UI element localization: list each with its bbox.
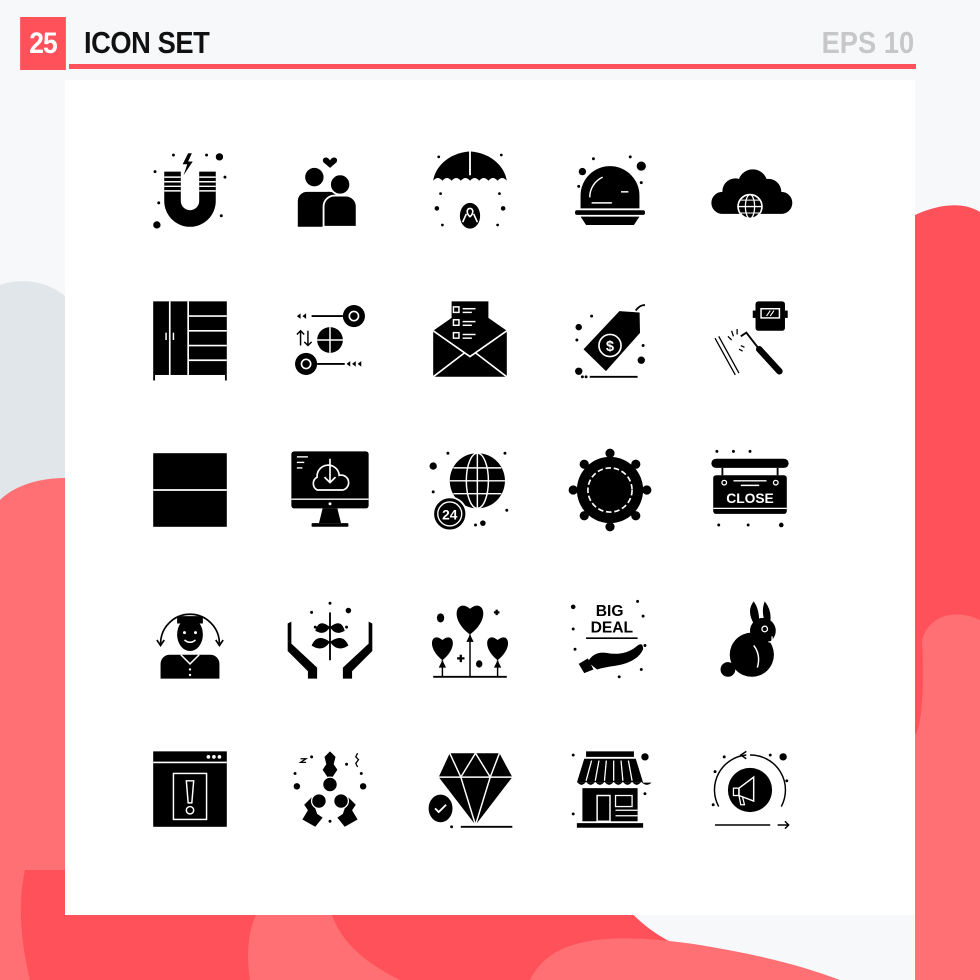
dollar-price-tag-icon: $: [575, 304, 645, 379]
icon-cell[interactable]: [275, 285, 385, 395]
header-underline: [69, 64, 916, 69]
light-blob-right: [915, 614, 980, 980]
magnet-icon: [153, 153, 227, 229]
icon-cell[interactable]: [555, 435, 665, 545]
icon-cell[interactable]: [555, 735, 665, 845]
computer-cloud-download-icon: [291, 451, 369, 527]
heart-balloons-icon: [431, 605, 509, 678]
icon-cell[interactable]: [135, 285, 245, 395]
icon-count-badge: 25: [20, 17, 66, 70]
umbrella-ribbon-icon: [433, 147, 507, 229]
icon-cell[interactable]: 24: [415, 435, 525, 545]
icon-cell[interactable]: [275, 585, 385, 695]
user-rotate-icon: [156, 613, 224, 679]
icon-cell[interactable]: [135, 585, 245, 695]
close-sign-icon: CLOSE: [711, 449, 789, 528]
ship-wheel-icon: [568, 448, 652, 532]
big-deal-text: BIG DEAL: [591, 603, 634, 637]
dollar-sign: $: [606, 339, 614, 355]
big-deal-hand-icon: BIG DEAL: [570, 599, 647, 679]
icon-cell[interactable]: [135, 435, 245, 545]
puzzle-keys-icon: [295, 305, 365, 375]
icon-cell[interactable]: [415, 285, 525, 395]
icon-cell[interactable]: [415, 135, 525, 245]
wardrobe-icon: [153, 301, 227, 381]
header: 25 ICON SET EPS 10: [17, 17, 916, 70]
cloud-globe-icon: [711, 169, 793, 220]
hands-plant-icon: [287, 601, 373, 679]
icon-cell[interactable]: [275, 735, 385, 845]
welding-icon: [714, 301, 788, 376]
icon-cell[interactable]: [135, 135, 245, 245]
couple-love-icon: [297, 157, 358, 228]
shop-store-icon: [571, 751, 653, 828]
icon-cell[interactable]: [695, 735, 805, 845]
food-cloche-icon: [575, 155, 646, 225]
icon-cell[interactable]: [415, 585, 525, 695]
page-title: ICON SET: [84, 25, 210, 60]
icon-cell[interactable]: [695, 285, 805, 395]
icon-cell[interactable]: [695, 585, 805, 695]
easter-bunny-icon: [720, 601, 776, 677]
icon-cell[interactable]: BIG DEAL: [555, 585, 665, 695]
format-label: EPS 10: [821, 25, 914, 60]
browser-warning-icon: [153, 751, 227, 827]
icon-cell[interactable]: $: [555, 285, 665, 395]
icon-card: $ 24 CLOSE BIG DEAL: [65, 80, 915, 915]
diamond-check-icon: [426, 751, 513, 829]
envelope-checklist-icon: [432, 301, 508, 378]
holly-berries-icon: [293, 751, 367, 827]
megaphone-cycle-icon: [711, 750, 790, 830]
big-word: BIG: [596, 603, 624, 620]
globe-24-hours-icon: 24: [429, 451, 509, 532]
icon-cell[interactable]: [555, 135, 665, 245]
icon-cell[interactable]: [275, 435, 385, 545]
icon-cell[interactable]: [415, 735, 525, 845]
hours-label: 24: [442, 507, 458, 522]
icon-cell[interactable]: CLOSE: [695, 435, 805, 545]
icon-cell[interactable]: [275, 135, 385, 245]
split-rows-icon: [153, 453, 227, 527]
icon-cell[interactable]: [695, 135, 805, 245]
close-label: CLOSE: [726, 491, 774, 506]
deal-word: DEAL: [591, 620, 634, 637]
icon-cell[interactable]: [135, 735, 245, 845]
